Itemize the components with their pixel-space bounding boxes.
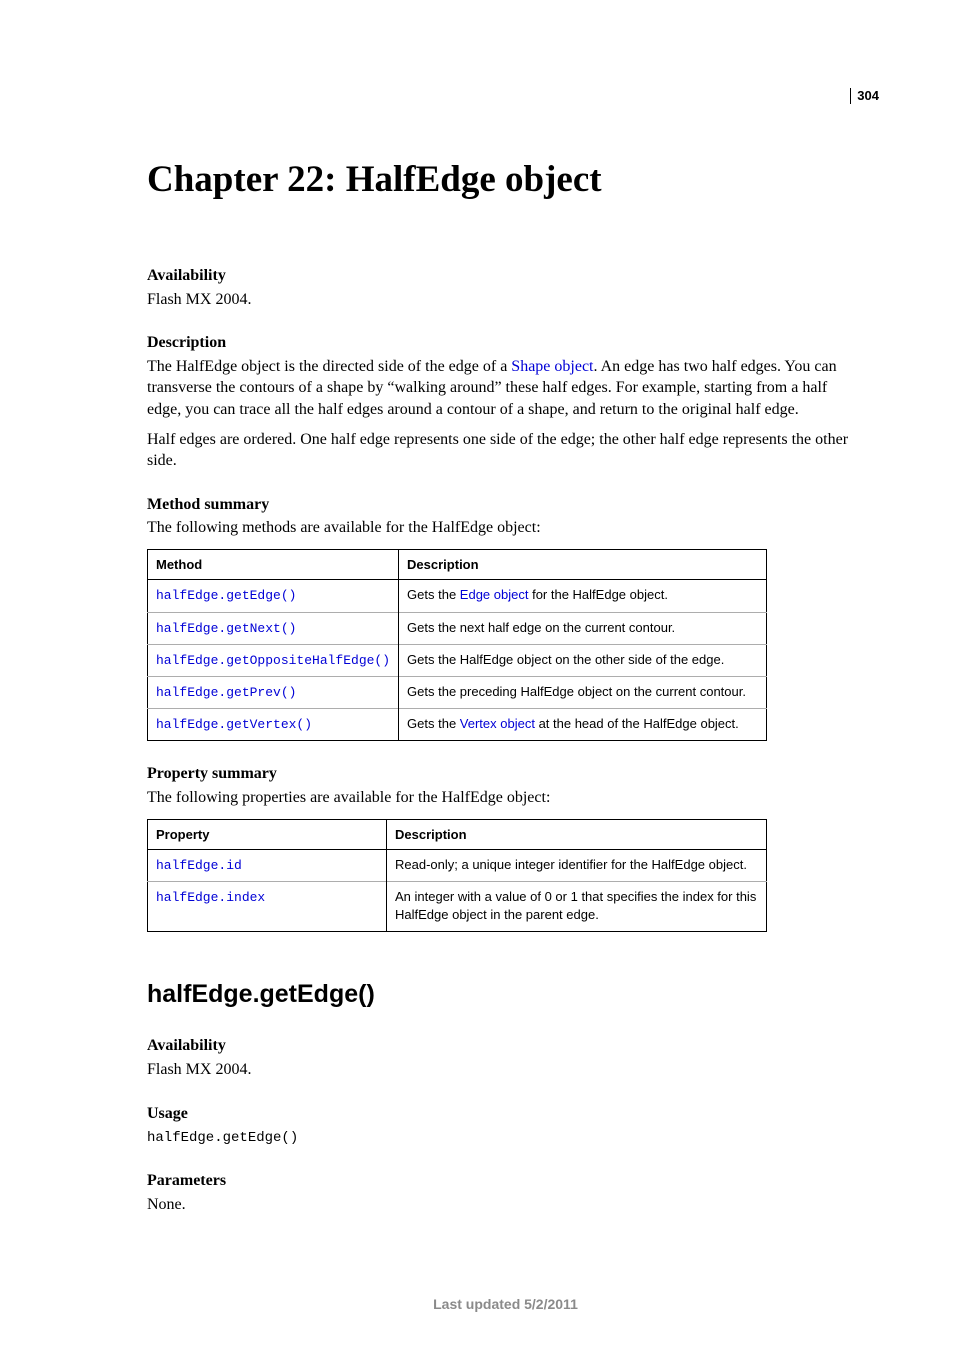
- method-link-getvertex[interactable]: halfEdge.getVertex(): [156, 717, 312, 732]
- method-summary-intro: The following methods are available for …: [147, 517, 864, 539]
- page-footer: Last updated 5/2/2011: [147, 1295, 864, 1314]
- parameters-label: Parameters: [147, 1170, 864, 1192]
- edge-object-link[interactable]: Edge object: [460, 587, 529, 602]
- usage-label: Usage: [147, 1103, 864, 1125]
- description-header: Description: [387, 819, 767, 850]
- method-link-getedge[interactable]: halfEdge.getEdge(): [156, 588, 296, 603]
- description-paragraph-1: The HalfEdge object is the directed side…: [147, 356, 864, 421]
- method-link-getoppositehalfedge[interactable]: halfEdge.getOppositeHalfEdge(): [156, 653, 390, 668]
- availability-label: Availability: [147, 265, 864, 287]
- table-row: halfEdge.getVertex() Gets the Vertex obj…: [148, 709, 767, 741]
- section-title: halfEdge.getEdge(): [147, 978, 864, 1012]
- method-desc-post: at the head of the HalfEdge object.: [535, 716, 739, 731]
- method-desc-pre: Gets the: [407, 587, 460, 602]
- method-link-getprev[interactable]: halfEdge.getPrev(): [156, 685, 296, 700]
- shape-object-link[interactable]: Shape object: [511, 358, 593, 375]
- description-label: Description: [147, 332, 864, 354]
- description-paragraph-2: Half edges are ordered. One half edge re…: [147, 429, 864, 472]
- method-desc-post: for the HalfEdge object.: [528, 587, 667, 602]
- table-row: halfEdge.id Read-only; a unique integer …: [148, 850, 767, 882]
- method-summary-table: Method Description halfEdge.getEdge() Ge…: [147, 549, 767, 741]
- method-desc: Gets the next half edge on the current c…: [407, 620, 675, 635]
- property-desc: An integer with a value of 0 or 1 that s…: [387, 882, 767, 931]
- method-summary-label: Method summary: [147, 494, 864, 516]
- parameters-text: None.: [147, 1194, 864, 1216]
- vertex-object-link[interactable]: Vertex object: [460, 716, 535, 731]
- usage-code: halfEdge.getEdge(): [147, 1130, 298, 1146]
- availability-text: Flash MX 2004.: [147, 289, 864, 311]
- property-link-id[interactable]: halfEdge.id: [156, 858, 242, 873]
- section-availability-label: Availability: [147, 1035, 864, 1057]
- method-link-getnext[interactable]: halfEdge.getNext(): [156, 621, 296, 636]
- property-header: Property: [148, 819, 387, 850]
- method-desc: Gets the preceding HalfEdge object on th…: [407, 684, 746, 699]
- method-header: Method: [148, 549, 399, 580]
- property-summary-table: Property Description halfEdge.id Read-on…: [147, 819, 767, 932]
- property-summary-label: Property summary: [147, 763, 864, 785]
- page-number: 304: [850, 88, 879, 104]
- property-desc: Read-only; a unique integer identifier f…: [387, 850, 767, 882]
- property-link-index[interactable]: halfEdge.index: [156, 890, 265, 905]
- chapter-title: Chapter 22: HalfEdge object: [147, 155, 864, 205]
- method-desc-pre: Gets the: [407, 716, 460, 731]
- property-summary-intro: The following properties are available f…: [147, 787, 864, 809]
- description-header: Description: [399, 549, 767, 580]
- table-row: halfEdge.getPrev() Gets the preceding Ha…: [148, 676, 767, 708]
- table-row: halfEdge.index An integer with a value o…: [148, 882, 767, 931]
- table-row: halfEdge.getEdge() Gets the Edge object …: [148, 580, 767, 612]
- description-p1-pre: The HalfEdge object is the directed side…: [147, 358, 511, 375]
- section-availability-text: Flash MX 2004.: [147, 1059, 864, 1081]
- table-row: halfEdge.getOppositeHalfEdge() Gets the …: [148, 644, 767, 676]
- method-desc: Gets the HalfEdge object on the other si…: [407, 652, 724, 667]
- table-row: halfEdge.getNext() Gets the next half ed…: [148, 612, 767, 644]
